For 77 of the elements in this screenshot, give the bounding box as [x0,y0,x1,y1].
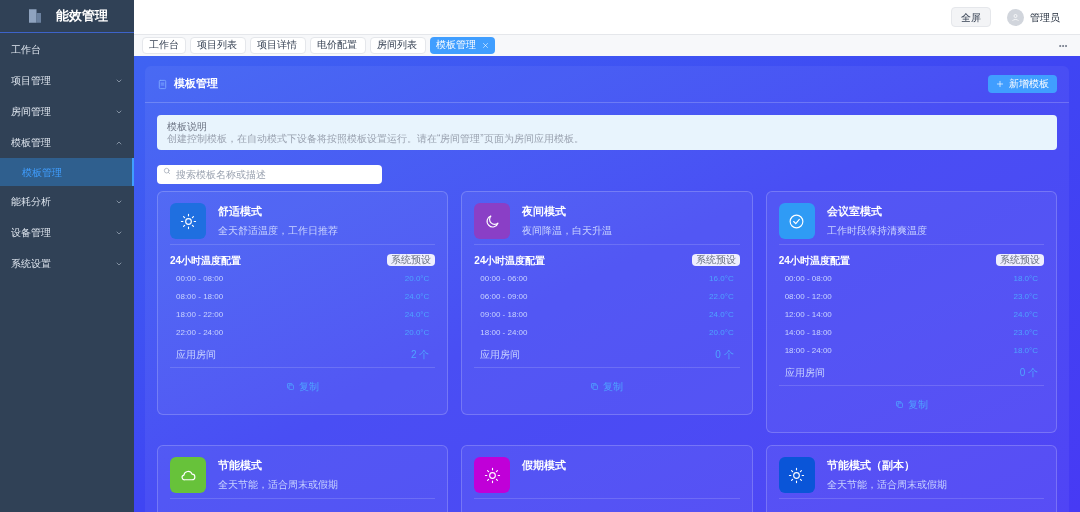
temperature-value: 20.0°C [404,273,430,285]
time-range: 00:00 - 08:00 [176,273,224,285]
time-range: 00:00 - 08:00 [784,273,832,285]
temperature-value: 24.0°C [1013,309,1038,321]
building-icon [26,7,44,25]
rooms-label: 应用房间 [176,347,216,362]
search-field[interactable]: 搜索模板名称或描述 [157,165,382,184]
rooms-label: 应用房间 [784,365,825,380]
time-range: 08:00 - 18:00 [176,291,224,303]
menu-item[interactable]: 模板管理 [0,127,134,158]
plus-icon [996,80,1004,88]
tab[interactable]: 房间列表 [370,37,426,54]
temperature-value: 20.0°C [709,327,734,339]
template-name: 节能模式（副本） [826,458,916,473]
preset-tag: 系统预设 [387,254,436,266]
preset-tag: 系统预设 [691,254,740,266]
template-description: 夜间降温，白天升温 [522,223,613,238]
copy-icon [286,381,296,391]
temperature-value: 20.0°C [404,327,430,339]
menu-item[interactable]: 能耗分析 [0,186,134,217]
tab[interactable]: 项目详情 [250,37,306,54]
temperature-value: 22.0°C [709,291,734,303]
notice-text: 创建控制模板，在自动模式下设备将按照模板设置运行。请在“房间管理”页面为房间应用模板。 [167,133,585,144]
template-description: 全天节能，适合周末或假期 [218,477,338,492]
tab[interactable]: 工作台 [142,37,186,54]
template-name: 假期模式 [522,458,567,473]
document-icon [157,78,168,90]
schedule-title: 24小时温度配置 [170,253,242,268]
rooms-count: 2 个 [411,347,430,362]
time-range: 18:00 - 22:00 [176,309,224,321]
time-range: 18:00 - 24:00 [480,327,528,339]
user-name: 管理员 [1030,10,1060,25]
template-name: 舒适模式 [218,204,263,219]
temperature-value: 24.0°C [404,291,430,303]
time-range: 12:00 - 14:00 [784,309,832,321]
rooms-count: 0 个 [1019,365,1038,380]
temperature-value: 18.0°C [1013,345,1038,357]
time-range: 18:00 - 24:00 [784,345,832,357]
menu-item[interactable]: 房间管理 [0,96,134,127]
menu-item[interactable]: 系统设置 [0,248,134,279]
temperature-value: 24.0°C [404,309,430,321]
template-name: 夜间模式 [522,204,568,219]
close-icon [482,42,489,49]
template-name: 会议室模式 [826,204,883,219]
temperature-value: 16.0°C [709,273,734,285]
temperature-value: 24.0°C [709,309,734,321]
temperature-value: 23.0°C [1013,327,1038,339]
menu-item[interactable]: 项目管理 [0,65,134,96]
tab[interactable]: 项目列表 [190,37,246,54]
fullscreen-button[interactable]: 全屏 [951,7,991,27]
preset-tag: 系统预设 [996,254,1044,266]
time-range: 14:00 - 18:00 [784,327,832,339]
schedule-title: 24小时温度配置 [474,253,546,268]
notice-title: 模板说明 [167,121,208,132]
time-range: 09:00 - 18:00 [480,309,528,321]
template-description: 全天舒适温度，工作日推荐 [218,223,338,238]
time-range: 22:00 - 24:00 [176,327,224,339]
copy-icon [590,381,600,391]
avatar-icon [1007,8,1024,26]
time-range: 00:00 - 06:00 [480,273,528,285]
time-range: 06:00 - 09:00 [480,291,528,303]
rooms-label: 应用房间 [480,347,521,362]
menu-item[interactable]: 设备管理 [0,217,134,248]
temperature-value: 18.0°C [1013,273,1038,285]
menu-item[interactable]: 工作台 [0,34,134,65]
temperature-value: 23.0°C [1013,291,1038,303]
copy-icon [894,399,904,409]
app-title: 能效管理 [56,7,108,26]
template-name: 节能模式 [218,458,263,473]
search-icon [163,166,171,175]
template-description: 全天节能，适合周末或假期 [826,477,947,492]
time-range: 08:00 - 12:00 [784,291,832,303]
template-description: 工作时段保持清爽温度 [826,223,927,238]
tab[interactable]: 电价配置 [310,37,366,54]
panel-title: 模板管理 [174,76,218,92]
schedule-title: 24小时温度配置 [778,253,850,268]
rooms-count: 0 个 [715,347,734,362]
